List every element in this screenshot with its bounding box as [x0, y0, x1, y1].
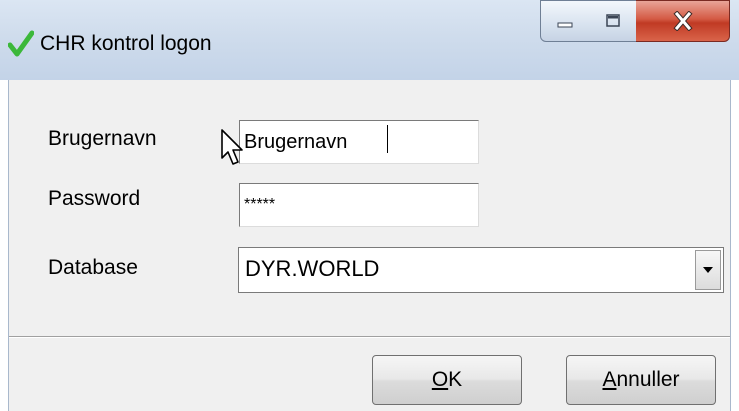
title-bar[interactable]: CHR kontrol logon	[0, 0, 739, 80]
cancel-label-rest: nnuller	[616, 368, 680, 391]
dialog-body: Brugernavn Password Database DYR.WORLD O…	[8, 80, 731, 411]
checkmark-icon	[8, 30, 34, 57]
username-input[interactable]	[239, 120, 479, 164]
minimize-icon	[557, 22, 573, 28]
close-button[interactable]	[636, 0, 730, 42]
close-icon	[672, 11, 693, 31]
maximize-button[interactable]	[589, 0, 637, 42]
cancel-button[interactable]: Annuller	[566, 355, 716, 405]
ok-accelerator: O	[431, 368, 449, 391]
minimize-button[interactable]	[540, 0, 590, 42]
database-label: Database	[48, 256, 138, 279]
separator-line	[9, 336, 730, 338]
ok-label-rest: K	[448, 368, 463, 391]
database-selected-value: DYR.WORLD	[245, 256, 380, 281]
mouse-cursor-icon	[221, 129, 243, 165]
dropdown-button[interactable]	[695, 250, 721, 290]
ok-button[interactable]: OK	[372, 355, 522, 405]
chevron-down-icon	[703, 267, 713, 273]
cancel-accelerator: A	[602, 368, 617, 391]
password-input[interactable]	[239, 183, 479, 227]
username-label: Brugernavn	[48, 127, 157, 150]
database-select[interactable]: DYR.WORLD	[238, 247, 724, 293]
maximize-icon	[605, 14, 620, 27]
username-field-wrap	[239, 120, 479, 164]
text-caret	[387, 125, 388, 153]
password-label: Password	[48, 187, 141, 210]
logon-dialog: CHR kontrol logon Brugernavn Password	[0, 0, 739, 411]
window-title: CHR kontrol logon	[40, 32, 212, 55]
